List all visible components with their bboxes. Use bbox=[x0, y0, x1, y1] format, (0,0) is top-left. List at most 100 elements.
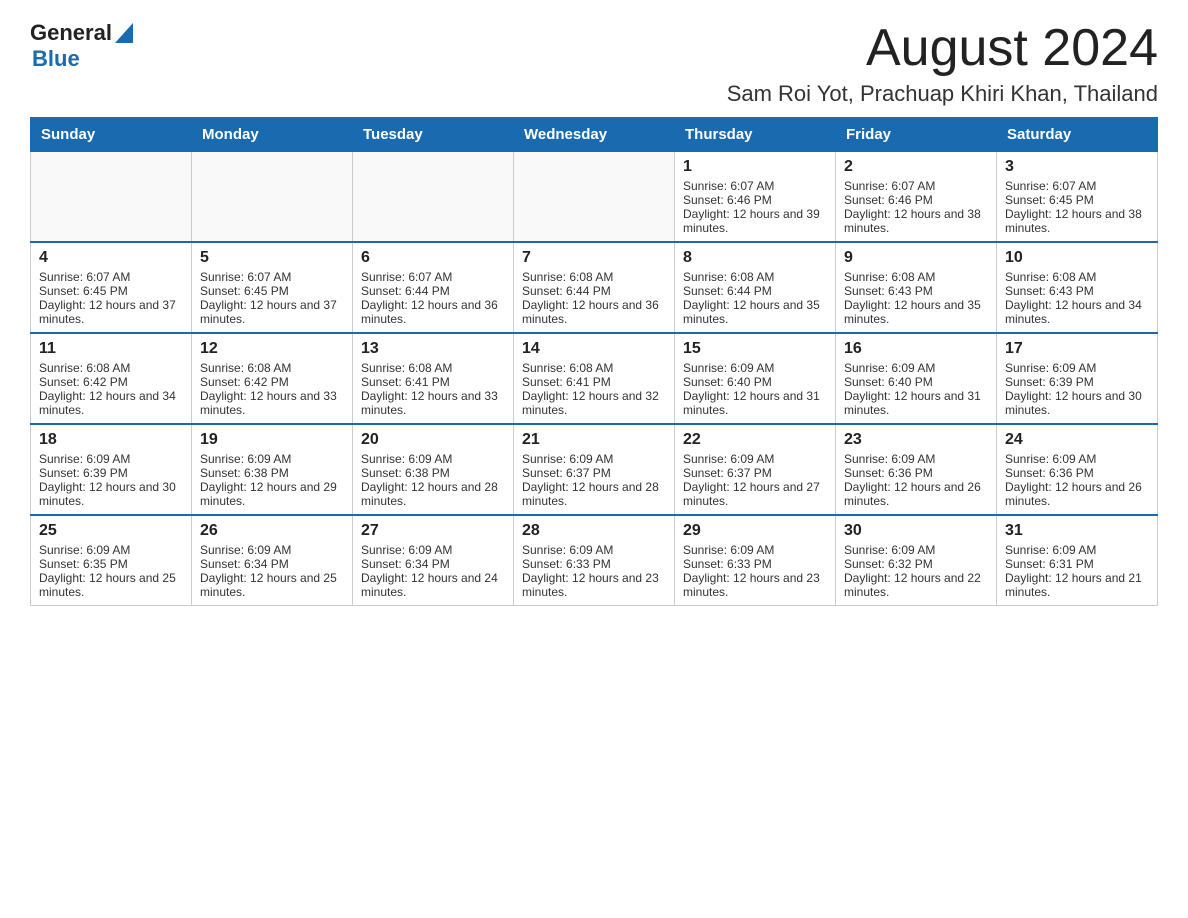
day-number: 23 bbox=[844, 431, 988, 449]
sunset-info: Sunset: 6:40 PM bbox=[683, 375, 827, 389]
sunrise-info: Sunrise: 6:09 AM bbox=[683, 361, 827, 375]
sunrise-info: Sunrise: 6:08 AM bbox=[200, 361, 344, 375]
sunrise-info: Sunrise: 6:07 AM bbox=[361, 270, 505, 284]
calendar-cell: 9Sunrise: 6:08 AMSunset: 6:43 PMDaylight… bbox=[836, 242, 997, 333]
daylight-info: Daylight: 12 hours and 36 minutes. bbox=[361, 298, 505, 326]
day-number: 9 bbox=[844, 249, 988, 267]
day-number: 28 bbox=[522, 522, 666, 540]
day-number: 13 bbox=[361, 340, 505, 358]
day-number: 1 bbox=[683, 158, 827, 176]
sunset-info: Sunset: 6:38 PM bbox=[361, 466, 505, 480]
day-number: 11 bbox=[39, 340, 183, 358]
sunset-info: Sunset: 6:46 PM bbox=[683, 193, 827, 207]
daylight-info: Daylight: 12 hours and 34 minutes. bbox=[1005, 298, 1149, 326]
day-number: 25 bbox=[39, 522, 183, 540]
day-number: 5 bbox=[200, 249, 344, 267]
day-number: 4 bbox=[39, 249, 183, 267]
calendar-cell: 18Sunrise: 6:09 AMSunset: 6:39 PMDayligh… bbox=[31, 424, 192, 515]
calendar-cell: 14Sunrise: 6:08 AMSunset: 6:41 PMDayligh… bbox=[514, 333, 675, 424]
weekday-header-saturday: Saturday bbox=[997, 118, 1158, 152]
logo-text-blue: Blue bbox=[30, 46, 80, 71]
sunset-info: Sunset: 6:41 PM bbox=[522, 375, 666, 389]
day-number: 24 bbox=[1005, 431, 1149, 449]
calendar-week-row: 18 Sunrise: 6:09 AM Sunset: 6:39 PM Dayligh… bbox=[31, 424, 1158, 515]
day-number: 20 bbox=[361, 431, 505, 449]
daylight-info: Daylight: 12 hours and 26 minutes. bbox=[844, 480, 988, 508]
sunrise-info: Sunrise: 6:09 AM bbox=[522, 452, 666, 466]
logo-text-general: General bbox=[30, 20, 112, 46]
daylight-info: Daylight: 12 hours and 27 minutes. bbox=[683, 480, 827, 508]
sunset-info: Sunset: 6:42 PM bbox=[200, 375, 344, 389]
calendar-header-row: SundayMondayTuesdayWednesdayThursdayFrid… bbox=[31, 118, 1158, 152]
daylight-info: Daylight: 12 hours and 23 minutes. bbox=[522, 571, 666, 599]
day-number: 31 bbox=[1005, 522, 1149, 540]
calendar-cell: 27Sunrise: 6:09 AMSunset: 6:34 PMDayligh… bbox=[353, 515, 514, 606]
daylight-info: Daylight: 12 hours and 25 minutes. bbox=[39, 571, 183, 599]
sunrise-info: Sunrise: 6:09 AM bbox=[361, 452, 505, 466]
calendar-cell bbox=[192, 152, 353, 243]
daylight-info: Daylight: 12 hours and 31 minutes. bbox=[844, 389, 988, 417]
calendar-body: 1Sunrise: 6:07 AMSunset: 6:46 PMDaylight… bbox=[31, 152, 1158, 606]
sunset-info: Sunset: 6:38 PM bbox=[200, 466, 344, 480]
daylight-info: Daylight: 12 hours and 35 minutes. bbox=[683, 298, 827, 326]
calendar-cell: 16Sunrise: 6:09 AMSunset: 6:40 PMDayligh… bbox=[836, 333, 997, 424]
weekday-header-sunday: Sunday bbox=[31, 118, 192, 152]
daylight-info: Daylight: 12 hours and 39 minutes. bbox=[683, 207, 827, 235]
sunrise-info: Sunrise: 6:08 AM bbox=[522, 270, 666, 284]
day-number: 2 bbox=[844, 158, 988, 176]
sunset-info: Sunset: 6:37 PM bbox=[683, 466, 827, 480]
calendar-cell: 25Sunrise: 6:09 AMSunset: 6:35 PMDayligh… bbox=[31, 515, 192, 606]
day-number: 18 bbox=[39, 431, 183, 449]
sunrise-info: Sunrise: 6:08 AM bbox=[683, 270, 827, 284]
calendar-cell: 6Sunrise: 6:07 AMSunset: 6:44 PMDaylight… bbox=[353, 242, 514, 333]
calendar-cell: 10Sunrise: 6:08 AMSunset: 6:43 PMDayligh… bbox=[997, 242, 1158, 333]
sunset-info: Sunset: 6:42 PM bbox=[39, 375, 183, 389]
day-number: 19 bbox=[200, 431, 344, 449]
sunrise-info: Sunrise: 6:08 AM bbox=[522, 361, 666, 375]
sunset-info: Sunset: 6:44 PM bbox=[361, 284, 505, 298]
sunrise-info: Sunrise: 6:09 AM bbox=[200, 543, 344, 557]
day-number: 30 bbox=[844, 522, 988, 540]
weekday-header-thursday: Thursday bbox=[675, 118, 836, 152]
sunset-info: Sunset: 6:40 PM bbox=[844, 375, 988, 389]
daylight-info: Daylight: 12 hours and 28 minutes. bbox=[522, 480, 666, 508]
day-number: 22 bbox=[683, 431, 827, 449]
calendar-cell: 1 Sunrise: 6:07 AMSunset: 6:46 PMDaylight… bbox=[675, 152, 836, 243]
calendar-cell: 29Sunrise: 6:09 AMSunset: 6:33 PMDayligh… bbox=[675, 515, 836, 606]
calendar-cell bbox=[353, 152, 514, 243]
calendar-cell: 26Sunrise: 6:09 AMSunset: 6:34 PMDayligh… bbox=[192, 515, 353, 606]
daylight-info: Daylight: 12 hours and 28 minutes. bbox=[361, 480, 505, 508]
sunrise-info: Sunrise: 6:09 AM bbox=[200, 452, 344, 466]
sunrise-info: Sunrise: 6:09 AM bbox=[683, 452, 827, 466]
daylight-info: Daylight: 12 hours and 37 minutes. bbox=[200, 298, 344, 326]
sunrise-info: Sunrise: 6:09 AM bbox=[1005, 452, 1149, 466]
logo: General Blue bbox=[30, 20, 133, 72]
daylight-info: Daylight: 12 hours and 23 minutes. bbox=[683, 571, 827, 599]
sunrise-info: Sunrise: 6:07 AM bbox=[683, 179, 827, 193]
sunset-info: Sunset: 6:36 PM bbox=[844, 466, 988, 480]
sunset-info: Sunset: 6:39 PM bbox=[39, 466, 183, 480]
sunset-info: Sunset: 6:45 PM bbox=[39, 284, 183, 298]
weekday-header-friday: Friday bbox=[836, 118, 997, 152]
day-number: 10 bbox=[1005, 249, 1149, 267]
day-number: 16 bbox=[844, 340, 988, 358]
title-block: August 2024 Sam Roi Yot, Prachuap Khiri … bbox=[727, 20, 1158, 107]
daylight-info: Daylight: 12 hours and 26 minutes. bbox=[1005, 480, 1149, 508]
calendar-cell: 13Sunrise: 6:08 AMSunset: 6:41 PMDayligh… bbox=[353, 333, 514, 424]
sunset-info: Sunset: 6:44 PM bbox=[522, 284, 666, 298]
calendar-cell: 4Sunrise: 6:07 AMSunset: 6:45 PMDaylight… bbox=[31, 242, 192, 333]
calendar-cell: 7Sunrise: 6:08 AMSunset: 6:44 PMDaylight… bbox=[514, 242, 675, 333]
daylight-info: Daylight: 12 hours and 38 minutes. bbox=[1005, 207, 1149, 235]
page-subtitle: Sam Roi Yot, Prachuap Khiri Khan, Thaila… bbox=[727, 81, 1158, 107]
calendar-cell: 2Sunrise: 6:07 AMSunset: 6:46 PMDaylight… bbox=[836, 152, 997, 243]
calendar-cell: 28Sunrise: 6:09 AMSunset: 6:33 PMDayligh… bbox=[514, 515, 675, 606]
daylight-info: Daylight: 12 hours and 37 minutes. bbox=[39, 298, 183, 326]
daylight-info: Daylight: 12 hours and 22 minutes. bbox=[844, 571, 988, 599]
calendar-cell: 3Sunrise: 6:07 AMSunset: 6:45 PMDaylight… bbox=[997, 152, 1158, 243]
sunset-info: Sunset: 6:32 PM bbox=[844, 557, 988, 571]
sunset-info: Sunset: 6:35 PM bbox=[39, 557, 183, 571]
sunrise-info: Sunrise: 6:07 AM bbox=[844, 179, 988, 193]
calendar-week-row: 11Sunrise: 6:08 AMSunset: 6:42 PMDayligh… bbox=[31, 333, 1158, 424]
day-number: 12 bbox=[200, 340, 344, 358]
calendar-week-row: 1Sunrise: 6:07 AMSunset: 6:46 PMDaylight… bbox=[31, 152, 1158, 243]
